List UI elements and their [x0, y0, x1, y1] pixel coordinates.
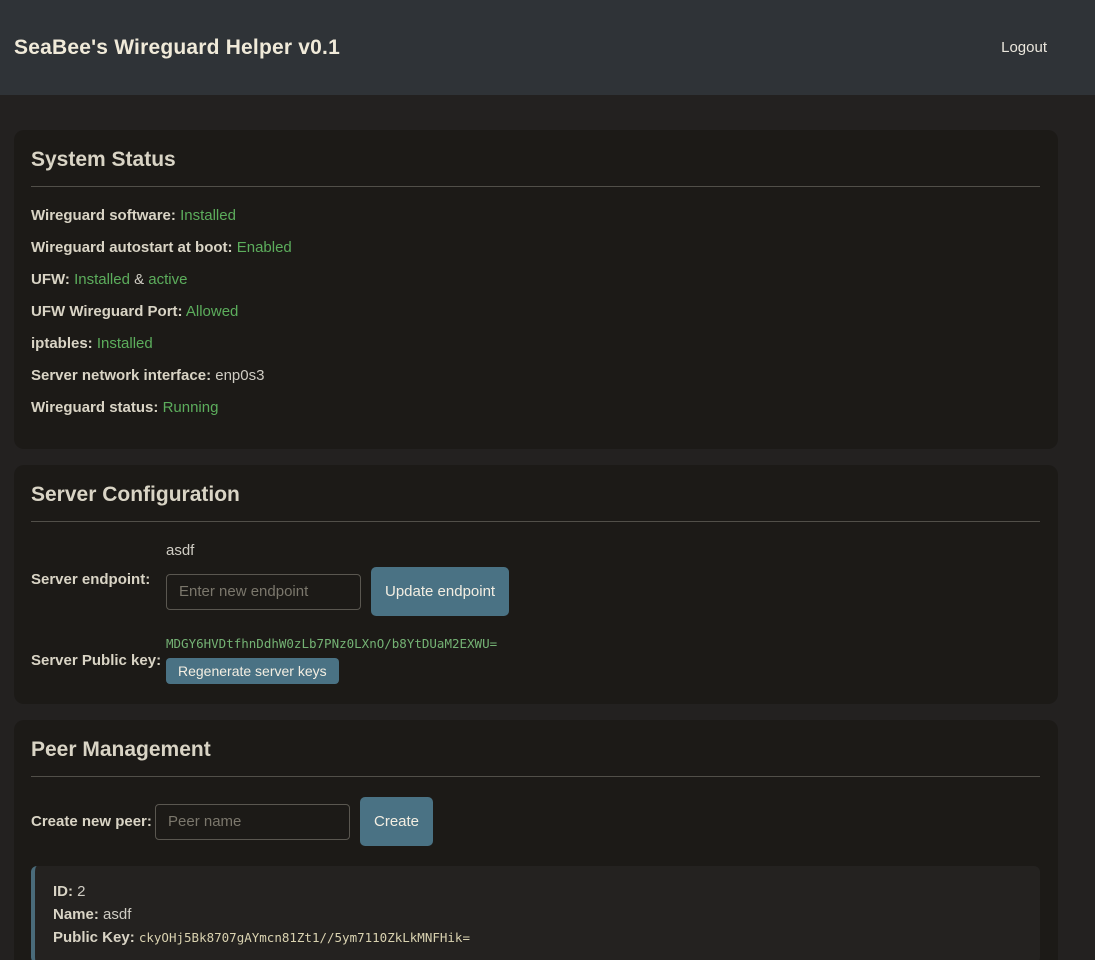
- peer-item: ID: 2 Name: asdf Public Key: ckyOHj5Bk87…: [31, 866, 1040, 960]
- status-label: UFW Wireguard Port:: [31, 303, 183, 320]
- status-label: Wireguard software:: [31, 207, 176, 224]
- status-line-ufw: UFW: Installed & active: [31, 271, 1040, 288]
- status-label: UFW:: [31, 271, 70, 288]
- server-public-key-value: MDGY6HVDtfhnDdhW0zLb7PNz0LXnO/b8YtDUaM2E…: [166, 636, 497, 651]
- server-config-card: Server Configuration Server endpoint: as…: [14, 465, 1058, 704]
- peer-management-title: Peer Management: [31, 736, 1040, 764]
- status-label: Wireguard autostart at boot:: [31, 239, 233, 256]
- peer-name-label: Name:: [53, 906, 99, 923]
- status-line-iptables: iptables: Installed: [31, 335, 1040, 352]
- status-value: enp0s3: [215, 367, 264, 384]
- system-status-title: System Status: [31, 146, 1040, 174]
- create-peer-row: Create new peer: Create: [31, 797, 1040, 846]
- status-line-wireguard-status: Wireguard status: Running: [31, 399, 1040, 416]
- create-peer-button[interactable]: Create: [360, 797, 433, 846]
- peer-id-line: ID: 2: [53, 880, 1022, 903]
- status-value: Installed: [97, 335, 153, 352]
- status-value-2: active: [148, 271, 187, 288]
- status-value: Installed: [180, 207, 236, 224]
- peer-pubkey-line: Public Key: ckyOHj5Bk8707gAYmcn81Zt1//5y…: [53, 926, 1022, 949]
- regenerate-keys-button[interactable]: Regenerate server keys: [166, 658, 339, 684]
- status-label: iptables:: [31, 335, 93, 352]
- peer-name-value: asdf: [103, 906, 131, 923]
- endpoint-current-value: asdf: [166, 542, 509, 559]
- logout-link[interactable]: Logout: [1001, 39, 1047, 56]
- page-content: System Status Wireguard software: Instal…: [0, 95, 1095, 960]
- server-endpoint-label: Server endpoint:: [31, 571, 166, 588]
- server-pubkey-label: Server Public key:: [31, 652, 166, 669]
- server-config-title: Server Configuration: [31, 481, 1040, 509]
- status-value: Enabled: [237, 239, 292, 256]
- status-label: Server network interface:: [31, 367, 211, 384]
- status-line-wireguard-software: Wireguard software: Installed: [31, 207, 1040, 224]
- app-header: SeaBee's Wireguard Helper v0.1 Logout: [0, 0, 1095, 95]
- status-line-network-interface: Server network interface: enp0s3: [31, 367, 1040, 384]
- status-line-ufw-port: UFW Wireguard Port: Allowed: [31, 303, 1040, 320]
- system-status-card: System Status Wireguard software: Instal…: [14, 130, 1058, 449]
- divider: [31, 186, 1040, 187]
- status-joiner: &: [134, 271, 144, 288]
- peer-pubkey-value: ckyOHj5Bk8707gAYmcn81Zt1//5ym7110ZkLkMNF…: [139, 930, 470, 945]
- status-line-autostart: Wireguard autostart at boot: Enabled: [31, 239, 1040, 256]
- status-value: Running: [163, 399, 219, 416]
- divider: [31, 521, 1040, 522]
- status-label: Wireguard status:: [31, 399, 158, 416]
- endpoint-input[interactable]: [166, 574, 361, 610]
- peer-name-input[interactable]: [155, 804, 350, 840]
- server-endpoint-row: Server endpoint: asdf Update endpoint: [31, 542, 1040, 616]
- divider: [31, 776, 1040, 777]
- peer-id-label: ID:: [53, 883, 73, 900]
- peer-id-value: 2: [77, 883, 85, 900]
- server-pubkey-row: Server Public key: MDGY6HVDtfhnDdhW0zLb7…: [31, 636, 1040, 684]
- peer-name-line: Name: asdf: [53, 903, 1022, 926]
- peer-pubkey-label: Public Key:: [53, 929, 135, 946]
- status-value: Allowed: [186, 303, 239, 320]
- peer-management-card: Peer Management Create new peer: Create …: [14, 720, 1058, 960]
- app-title: SeaBee's Wireguard Helper v0.1: [14, 36, 340, 60]
- update-endpoint-button[interactable]: Update endpoint: [371, 567, 509, 616]
- status-value: Installed: [74, 271, 130, 288]
- create-peer-label: Create new peer:: [31, 813, 155, 830]
